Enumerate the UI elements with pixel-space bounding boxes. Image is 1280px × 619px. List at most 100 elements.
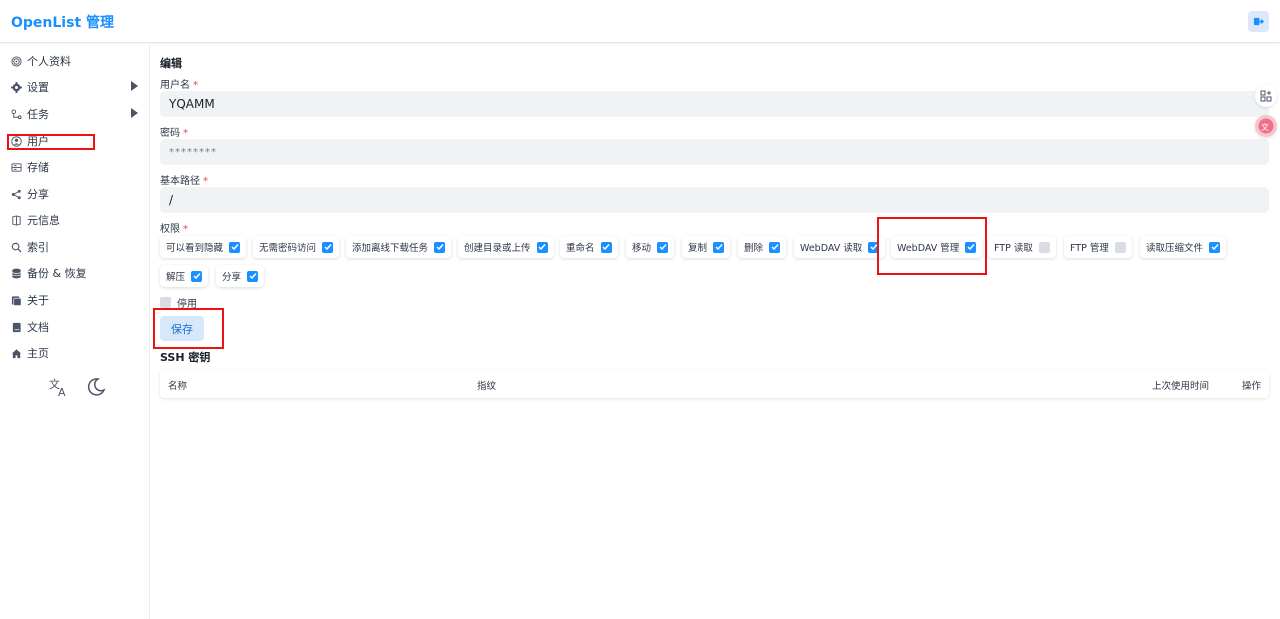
checkbox[interactable] xyxy=(1038,241,1050,253)
perm-remove[interactable]: 删除 xyxy=(738,236,787,258)
perm-label: FTP 读取 xyxy=(994,243,1033,254)
perm-copy[interactable]: 复制 xyxy=(682,236,731,258)
sidebar-item-settings[interactable]: 设置 xyxy=(10,77,140,97)
ssh-keys-table: 名称 指纹 上次使用时间 操作 xyxy=(160,370,1269,398)
permissions-label-text: 权限 xyxy=(160,224,180,235)
book-icon xyxy=(10,321,22,333)
perm-rename[interactable]: 重命名 xyxy=(560,236,618,258)
logout-icon xyxy=(1253,17,1264,26)
meta-icon xyxy=(10,214,22,226)
perm-ftp-manage[interactable]: FTP 管理 xyxy=(1064,236,1132,258)
perm-label: 读取压缩文件 xyxy=(1146,243,1204,254)
checkbox[interactable] xyxy=(322,241,334,253)
dark-mode-icon[interactable] xyxy=(86,377,106,401)
perm-read-archives[interactable]: 读取压缩文件 xyxy=(1140,236,1227,258)
column-header-fingerprint: 指纹 xyxy=(477,381,497,392)
sidebar-item-label: 设置 xyxy=(27,81,49,94)
tasks-icon xyxy=(10,108,22,120)
sidebar-item-index[interactable]: 索引 xyxy=(10,237,140,257)
sidebar-item-about[interactable]: 关于 xyxy=(10,290,140,310)
perm-decompress[interactable]: 解压 xyxy=(160,265,209,287)
perm-label: 复制 xyxy=(688,243,708,254)
perm-ftp-read[interactable]: FTP 读取 xyxy=(988,236,1056,258)
perm-label: 移动 xyxy=(632,243,652,254)
about-icon xyxy=(10,294,22,306)
sidebar-item-profile[interactable]: 个人资料 xyxy=(10,51,140,71)
checkbox[interactable] xyxy=(160,297,171,308)
home-icon xyxy=(10,347,22,359)
checkbox[interactable] xyxy=(434,241,446,253)
perm-label: 重命名 xyxy=(566,243,595,254)
perm-add-offline-download[interactable]: 添加离线下载任务 xyxy=(346,236,452,258)
base-path-label-text: 基本路径 xyxy=(160,176,200,187)
sidebar-item-docs[interactable]: 文档 xyxy=(10,317,140,337)
required-mark: * xyxy=(193,80,198,91)
perm-webdav-read[interactable]: WebDAV 读取 xyxy=(794,236,886,258)
perm-label: 解压 xyxy=(166,272,186,283)
checkbox[interactable] xyxy=(536,241,548,253)
chevron-right-icon[interactable] xyxy=(131,81,138,91)
checkbox[interactable] xyxy=(247,270,259,282)
sidebar-item-label: 元信息 xyxy=(27,214,60,227)
checkbox[interactable] xyxy=(657,241,669,253)
perm-see-hidden[interactable]: 可以看到隐藏 xyxy=(160,236,247,258)
perm-label: WebDAV 读取 xyxy=(800,243,863,254)
sidebar-item-share[interactable]: 分享 xyxy=(10,184,140,204)
checkbox[interactable] xyxy=(1114,241,1126,253)
logout-button[interactable] xyxy=(1248,11,1269,32)
required-mark: * xyxy=(183,224,188,235)
checkbox[interactable] xyxy=(191,270,203,282)
checkbox[interactable] xyxy=(713,241,725,253)
chevron-right-icon[interactable] xyxy=(131,108,138,118)
sidebar-item-home[interactable]: 主页 xyxy=(10,343,140,363)
sidebar-item-backup[interactable]: 备份 & 恢复 xyxy=(10,263,140,283)
column-header-name: 名称 xyxy=(168,381,188,392)
storage-icon xyxy=(10,161,22,173)
search-icon xyxy=(10,241,22,253)
sidebar-item-label: 个人资料 xyxy=(27,55,71,68)
permissions-label: 权限 * xyxy=(160,220,188,235)
sidebar-footer: 文 A xyxy=(48,377,106,401)
perm-label: 添加离线下载任务 xyxy=(352,243,429,254)
column-header-last-used: 上次使用时间 xyxy=(1152,381,1210,392)
checkbox[interactable] xyxy=(1209,241,1221,253)
highlight-box xyxy=(877,217,987,275)
section-title: 编辑 xyxy=(160,57,182,70)
perm-label: 无需密码访问 xyxy=(259,243,317,254)
base-path-input[interactable]: / xyxy=(160,187,1269,213)
translate-icon[interactable]: 文 A xyxy=(48,377,70,401)
ssh-keys-title: SSH 密钥 xyxy=(160,351,211,364)
perm-write[interactable]: 创建目录或上传 xyxy=(458,236,554,258)
perm-share[interactable]: 分享 xyxy=(216,265,265,287)
database-icon xyxy=(10,267,22,279)
perm-access-without-password[interactable]: 无需密码访问 xyxy=(253,236,340,258)
checkbox[interactable] xyxy=(229,241,241,253)
grid-add-button[interactable] xyxy=(1255,85,1277,107)
app-title[interactable]: OpenList 管理 xyxy=(11,12,114,32)
base-path-label: 基本路径 * xyxy=(160,172,208,187)
assistant-icon: 文 xyxy=(1258,118,1274,134)
fingerprint-icon xyxy=(10,55,22,67)
perm-move[interactable]: 移动 xyxy=(626,236,675,258)
assistant-button[interactable]: 文 xyxy=(1255,115,1277,137)
sidebar-item-label: 分享 xyxy=(27,188,49,201)
username-label: 用户名 * xyxy=(160,76,198,91)
checkbox[interactable] xyxy=(600,241,612,253)
sidebar-item-label: 索引 xyxy=(27,241,49,254)
perm-label: FTP 管理 xyxy=(1070,243,1109,254)
sidebar-item-label: 存储 xyxy=(27,161,49,174)
username-input[interactable]: YQAMM xyxy=(160,91,1269,117)
password-input[interactable]: ******** xyxy=(160,139,1269,165)
highlight-box xyxy=(153,308,224,349)
checkbox[interactable] xyxy=(769,241,781,253)
sidebar-item-meta[interactable]: 元信息 xyxy=(10,210,140,230)
password-label-text: 密码 xyxy=(160,128,180,139)
gear-icon xyxy=(10,81,22,93)
required-mark: * xyxy=(183,128,188,139)
perm-label: 删除 xyxy=(744,243,764,254)
sidebar-item-storage[interactable]: 存储 xyxy=(10,157,140,177)
top-header: OpenList 管理 xyxy=(0,0,1280,43)
sidebar-item-label: 备份 & 恢复 xyxy=(27,267,87,280)
sidebar-item-tasks[interactable]: 任务 xyxy=(10,104,140,124)
perm-label: 分享 xyxy=(222,272,242,283)
